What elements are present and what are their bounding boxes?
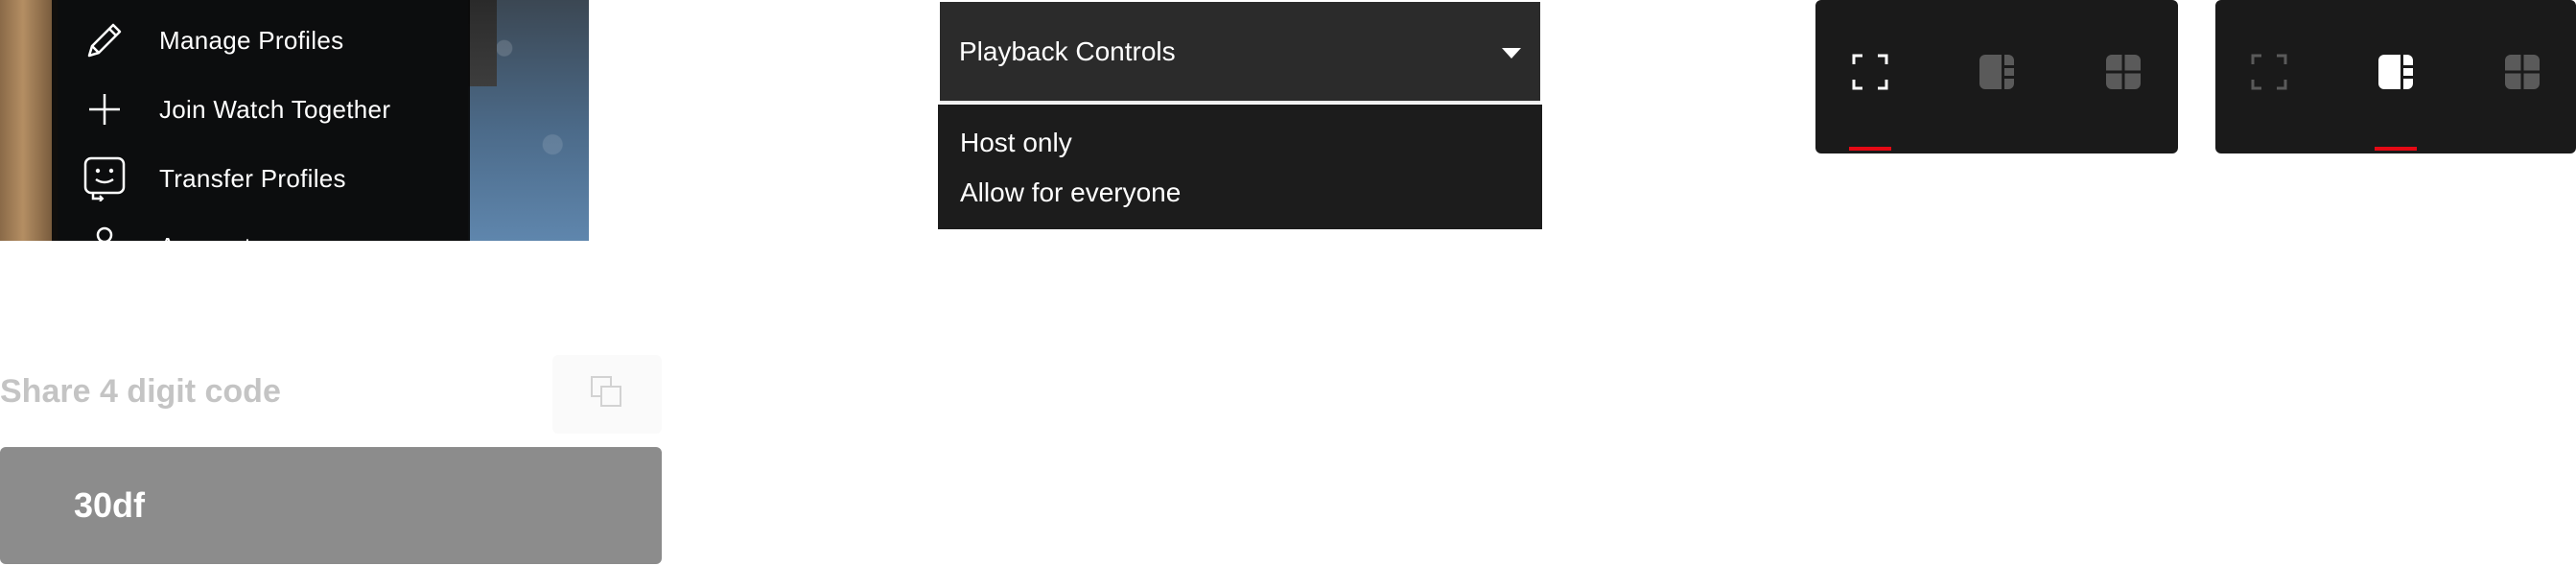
menu-item-join-watch-together[interactable]: Join Watch Together — [52, 84, 470, 134]
caret-down-icon — [1502, 48, 1521, 59]
grid-layout-icon — [2503, 53, 2541, 96]
fullscreen-layout-button[interactable] — [1850, 54, 1890, 94]
grid-layout-icon — [2104, 53, 2143, 96]
split-layout-icon — [2377, 53, 2415, 96]
share-code-label: Share 4 digit code — [0, 373, 281, 410]
grid-layout-button[interactable] — [2502, 54, 2542, 94]
copy-icon — [588, 373, 626, 416]
share-code-box[interactable]: 30df — [0, 447, 662, 564]
dropdown-option-allow-for-everyone[interactable]: Allow for everyone — [960, 177, 1181, 208]
transfer-profile-icon — [81, 154, 129, 202]
menu-item-label: Manage Profiles — [159, 25, 344, 55]
active-indicator — [2375, 147, 2417, 151]
pencil-icon — [81, 16, 129, 64]
playback-controls-dropdown[interactable]: Playback Controls — [940, 2, 1540, 103]
share-code-value: 30df — [74, 485, 146, 525]
profile-menu-panel: Manage Profiles Join Watch Together Tran… — [0, 0, 589, 241]
grid-layout-button[interactable] — [2103, 54, 2143, 94]
menu-item-label: Account — [159, 232, 251, 241]
menu-item-label: Join Watch Together — [159, 94, 391, 124]
copy-code-button[interactable] — [552, 355, 662, 434]
layout-switcher-fullscreen-active — [1815, 0, 2178, 153]
dropdown-selected-label: Playback Controls — [959, 36, 1176, 66]
split-layout-button[interactable] — [1977, 54, 2017, 94]
active-indicator — [1849, 147, 1891, 151]
account-icon — [81, 221, 129, 241]
background-image-left — [0, 0, 58, 241]
dropdown-options-list: Host only Allow for everyone — [938, 105, 1542, 229]
dropdown-option-host-only[interactable]: Host only — [960, 128, 1072, 158]
menu-item-manage-profiles[interactable]: Manage Profiles — [52, 15, 470, 65]
split-layout-icon — [1978, 53, 2016, 96]
menu-item-label: Transfer Profiles — [159, 163, 346, 193]
fullscreen-icon — [2250, 53, 2288, 96]
menu-item-transfer-profiles[interactable]: Transfer Profiles — [52, 153, 470, 203]
fullscreen-layout-button[interactable] — [2249, 54, 2289, 94]
profile-menu: Manage Profiles Join Watch Together Tran… — [52, 0, 470, 241]
split-layout-button[interactable] — [2376, 54, 2416, 94]
menu-item-account[interactable]: Account — [52, 217, 470, 241]
background-image-right — [468, 0, 589, 241]
layout-switcher-split-active — [2215, 0, 2576, 153]
fullscreen-icon — [1851, 53, 1889, 96]
plus-icon — [81, 85, 129, 133]
